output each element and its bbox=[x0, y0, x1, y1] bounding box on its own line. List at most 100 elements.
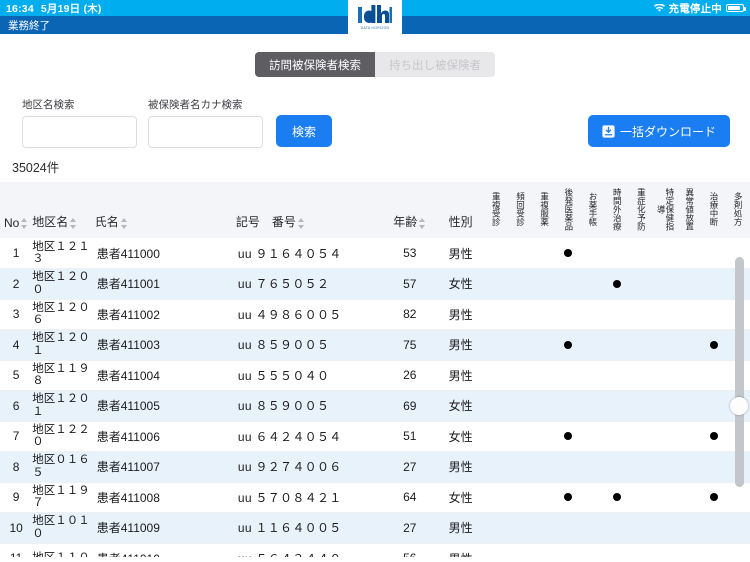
cell-flag-8 bbox=[677, 360, 701, 391]
cell-flag-6 bbox=[629, 391, 653, 422]
table-row[interactable]: 1 地区１２１３ 患者411000 uu ９１６４０５４ 53 男性 bbox=[0, 238, 750, 269]
header-kigo-bangou[interactable]: 記号 番号 bbox=[235, 182, 383, 238]
header-flag-polypharmacy: 多剤処方 bbox=[725, 182, 750, 238]
cell-district: 地区１２０１ bbox=[32, 393, 90, 418]
cell-flag-7 bbox=[653, 482, 677, 513]
cell-flag-4 bbox=[581, 391, 605, 422]
cell-flag-6 bbox=[629, 452, 653, 483]
cell-no: 8 bbox=[12, 459, 20, 474]
cell-flag-3 bbox=[556, 421, 580, 452]
cell-kigo-bangou: uu ９２７４００６ bbox=[237, 460, 342, 475]
cell-flag-5 bbox=[605, 452, 629, 483]
cell-flag-3 bbox=[556, 482, 580, 513]
logout-button[interactable]: 業務終了 bbox=[8, 18, 50, 33]
sort-icon-name[interactable] bbox=[120, 217, 128, 230]
cell-sex: 男性 bbox=[448, 521, 473, 536]
table-row[interactable]: 4 地区１２０１ 患者411003 uu ８５９００５ 75 男性 bbox=[0, 329, 750, 361]
cell-flag-9 bbox=[702, 391, 726, 422]
flag-dot-icon bbox=[612, 493, 621, 502]
sort-icon-kigo[interactable] bbox=[297, 217, 305, 230]
search-button[interactable]: 検索 bbox=[276, 115, 332, 147]
cell-age: 27 bbox=[403, 459, 417, 474]
cell-flag-2 bbox=[532, 269, 556, 300]
cell-flag-3 bbox=[556, 360, 580, 391]
kana-search-input[interactable] bbox=[148, 116, 263, 148]
cell-kigo-bangou: uu ８５９００５ bbox=[237, 338, 330, 353]
district-search-input[interactable] bbox=[22, 116, 137, 148]
header-flag-severity-prevention: 重症化予防 bbox=[628, 182, 654, 238]
table-row[interactable]: 2 地区１２００ 患者411001 uu ７６５０５２ 57 女性 bbox=[0, 268, 750, 300]
cell-flag-2 bbox=[532, 360, 556, 391]
tab-visit-insured-search[interactable]: 訪問被保険者検索 bbox=[255, 52, 375, 77]
header-age[interactable]: 年齢 bbox=[382, 182, 438, 238]
table-row[interactable]: 5 地区１１９８ 患者411004 uu ５５５０４０ 26 男性 bbox=[0, 360, 750, 391]
cell-flag-1 bbox=[508, 421, 532, 452]
bulk-download-label: 一括ダウンロード bbox=[619, 124, 716, 139]
cell-flag-4 bbox=[581, 360, 605, 391]
cell-sex: 男性 bbox=[448, 368, 473, 383]
cell-flag-1 bbox=[508, 482, 532, 513]
cell-flag-2 bbox=[532, 452, 556, 483]
logo-mark-icon bbox=[358, 4, 392, 23]
wifi-icon bbox=[653, 3, 665, 13]
table-header-row: No 地区名 氏名 記号 番号 年齢 性別 重複受診 頻回受診 重複服薬 後発医… bbox=[0, 182, 750, 238]
header-no[interactable]: No bbox=[0, 182, 33, 238]
cell-no: 6 bbox=[12, 398, 20, 413]
sort-icon-district[interactable] bbox=[70, 217, 77, 230]
cell-age: 64 bbox=[403, 490, 417, 505]
cell-flag-7 bbox=[653, 543, 677, 557]
table-body: 1 地区１２１３ 患者411000 uu ９１６４０５４ 53 男性 2 地区１２００ 患者41… bbox=[0, 238, 750, 557]
status-bar-left: 16:34 5月19日 (木) bbox=[6, 1, 102, 16]
sort-icon-age[interactable] bbox=[419, 217, 426, 230]
table-row[interactable]: 3 地区１２０６ 患者411002 uu ４９８６００５ 82 男性 bbox=[0, 299, 750, 330]
cell-flag-7 bbox=[653, 269, 677, 300]
cell-name: 患者411009 bbox=[96, 521, 160, 536]
cell-flag-4 bbox=[581, 482, 605, 513]
cell-flag-6 bbox=[629, 513, 653, 544]
cell-flag-0 bbox=[484, 269, 508, 300]
cell-district: 地区１２０６ bbox=[32, 301, 90, 327]
cell-kigo-bangou: uu ５６４３４４０ bbox=[236, 543, 382, 557]
header-flag-duplicate-visit: 重複受診 bbox=[483, 182, 509, 238]
header-name-label: 氏名 bbox=[94, 215, 119, 229]
cell-kigo-bangou: uu ８５９００５ bbox=[237, 399, 330, 414]
cell-flag-2 bbox=[532, 421, 556, 452]
cell-flag-0 bbox=[484, 360, 508, 391]
cell-flag-3 bbox=[556, 238, 580, 269]
cell-flag-1 bbox=[508, 391, 532, 422]
cell-age: 82 bbox=[403, 307, 417, 322]
bulk-download-button[interactable]: 一括ダウンロード bbox=[587, 115, 730, 147]
scrollbar-thumb[interactable] bbox=[730, 397, 748, 415]
cell-flag-3 bbox=[556, 269, 580, 300]
cell-flag-4 bbox=[581, 452, 605, 483]
cell-flag-6 bbox=[629, 269, 653, 300]
cell-flag-4 bbox=[581, 238, 605, 269]
vertical-scrollbar[interactable] bbox=[730, 257, 748, 487]
table-row[interactable]: 6 地区１２０１ 患者411005 uu ８５９００５ 69 女性 bbox=[0, 390, 750, 422]
table-row[interactable]: 11地区１１０患者411010uu ５６４３４４０56男性 bbox=[0, 543, 750, 557]
table-row[interactable]: 9 地区１１９７ 患者411008 uu ５７０８４２１ 64 女性 bbox=[0, 482, 750, 513]
cell-name: 患者411010 bbox=[95, 543, 236, 557]
cell-name: 患者411004 bbox=[96, 368, 160, 383]
header-sex-label: 性別 bbox=[448, 215, 473, 229]
cell-flag-1 bbox=[508, 513, 532, 544]
district-search-field: 地区名検索 bbox=[22, 97, 137, 148]
cell-no: 3 bbox=[12, 307, 20, 322]
header-name[interactable]: 氏名 bbox=[94, 182, 236, 238]
tab-takeout-insured[interactable]: 持ち出し被保険者 bbox=[375, 52, 495, 77]
header-flag-medicine-notebook: お薬手帳 bbox=[580, 182, 605, 238]
cell-age: 56 bbox=[382, 543, 437, 557]
header-district[interactable]: 地区名 bbox=[32, 182, 95, 238]
table-row[interactable]: 8 地区０１６５ 患者411007 uu ９２７４００６ 27 男性 bbox=[0, 451, 750, 483]
cell-flag-6 bbox=[629, 330, 653, 361]
cell-district: 地区１２１３ bbox=[32, 240, 90, 265]
cell-flag-9 bbox=[702, 238, 726, 269]
cell-flag-3 bbox=[556, 299, 580, 330]
header-sex[interactable]: 性別 bbox=[437, 182, 484, 238]
cell-name: 患者411002 bbox=[96, 307, 160, 322]
table-row[interactable]: 7 地区１２２０ 患者411006 uu ６４２４０５４ 51 女性 bbox=[0, 421, 750, 452]
cell-kigo-bangou: uu ５７０８４２１ bbox=[237, 490, 342, 505]
table-row[interactable]: 10 地区１０１０ 患者411009 uu １１６４００５ 27 男性 bbox=[0, 512, 750, 544]
sort-icon-no[interactable] bbox=[21, 217, 28, 230]
cell-flag-9 bbox=[702, 482, 726, 513]
